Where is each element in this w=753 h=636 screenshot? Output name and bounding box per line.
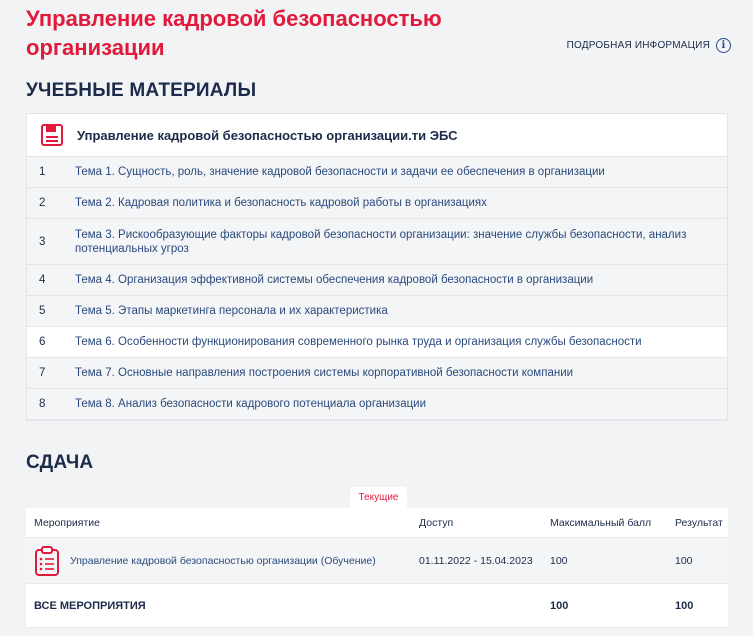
topic-row-6: 6 Тема 6. Особенности функционирования с… [27, 327, 727, 358]
more-info-label: ПОДРОБНАЯ ИНФОРМАЦИЯ [566, 40, 710, 51]
total-row: ВСЕ МЕРОПРИЯТИЯ 100 100 [26, 584, 728, 628]
col-access: Доступ [419, 516, 454, 529]
topic-row-8: 8 Тема 8. Анализ безопасности кадрового … [27, 389, 727, 420]
topic-num: 5 [39, 305, 46, 317]
materials-resource[interactable]: Управление кадровой безопасностью органи… [27, 114, 727, 157]
topic-num: 4 [39, 274, 46, 286]
topic-row-2: 2 Тема 2. Кадровая политика и безопаснос… [27, 188, 727, 219]
total-max-score: 100 [550, 599, 569, 612]
submission-heading: СДАЧА [26, 452, 94, 473]
topic-row-3: 3 Тема 3. Рискообразующие факторы кадров… [27, 219, 727, 265]
topic-link[interactable]: Тема 4. Организация эффективной системы … [75, 273, 727, 287]
grades-table: Мероприятие Доступ Максимальный балл Рез… [26, 508, 728, 628]
topic-row-4: 4 Тема 4. Организация эффективной систем… [27, 265, 727, 296]
topic-num: 6 [39, 336, 46, 348]
col-event: Мероприятие [34, 516, 100, 529]
topic-num: 2 [39, 197, 46, 209]
topic-row-1: 1 Тема 1. Сущность, роль, значение кадро… [27, 157, 727, 188]
col-max-score: Максимальный балл [550, 516, 652, 529]
event-link[interactable]: Управление кадровой безопасностью органи… [70, 555, 376, 567]
topic-num: 1 [39, 166, 46, 178]
access-cell: 01.11.2022 - 15.04.2023 [419, 554, 533, 567]
tab-current[interactable]: Текущие [350, 487, 407, 508]
event-cell: Управление кадровой безопасностью органи… [26, 545, 419, 576]
course-title: Управление кадровой безопасностью органи… [26, 6, 442, 60]
topic-link[interactable]: Тема 3. Рискообразующие факторы кадровой… [75, 228, 727, 256]
table-row: Управление кадровой безопасностью органи… [26, 538, 728, 584]
topic-row-5: 5 Тема 5. Этапы маркетинга персонала и и… [27, 296, 727, 327]
grades-header: Мероприятие Доступ Максимальный балл Рез… [26, 508, 728, 538]
topic-row-7: 7 Тема 7. Основные направления построени… [27, 358, 727, 389]
resource-name: Управление кадровой безопасностью органи… [77, 127, 458, 143]
topic-num: 3 [39, 235, 46, 248]
total-result: 100 [675, 599, 694, 612]
col-result: Результат [675, 516, 723, 529]
max-score-cell: 100 [550, 554, 568, 567]
info-icon: i [716, 38, 731, 53]
topic-link[interactable]: Тема 5. Этапы маркетинга персонала и их … [75, 304, 727, 318]
materials-heading: УЧЕБНЫЕ МАТЕРИАЛЫ [26, 80, 257, 101]
topic-link[interactable]: Тема 8. Анализ безопасности кадрового по… [75, 397, 727, 411]
topic-link[interactable]: Тема 2. Кадровая политика и безопасность… [75, 196, 727, 210]
more-info-link[interactable]: ПОДРОБНАЯ ИНФОРМАЦИЯ i [567, 38, 731, 53]
materials-card: Управление кадровой безопасностью органи… [26, 113, 728, 421]
result-cell: 100 [675, 554, 693, 567]
book-icon [41, 124, 63, 146]
topic-link[interactable]: Тема 1. Сущность, роль, значение кадрово… [75, 165, 727, 179]
clipboard-icon [35, 545, 59, 576]
topic-link[interactable]: Тема 6. Особенности функционирования сов… [75, 335, 727, 349]
total-label: ВСЕ МЕРОПРИЯТИЯ [34, 599, 146, 612]
topic-link[interactable]: Тема 7. Основные направления построения … [75, 366, 727, 380]
topic-num: 7 [39, 367, 46, 379]
topic-num: 8 [39, 398, 46, 410]
